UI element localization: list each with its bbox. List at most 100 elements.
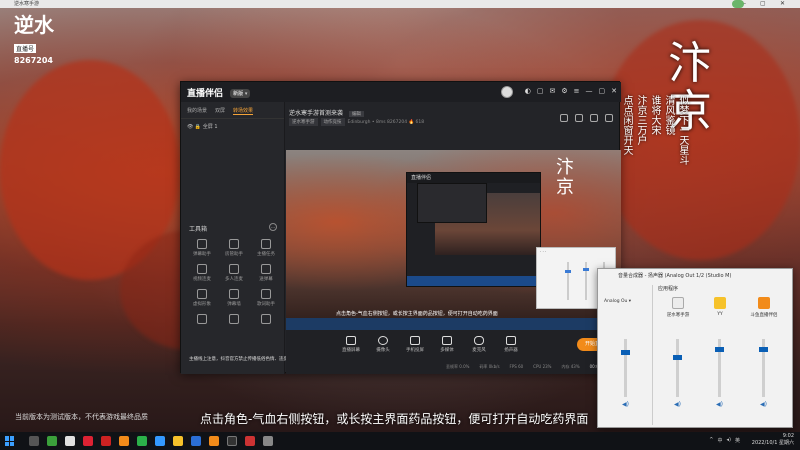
minimize-icon[interactable]: — bbox=[586, 87, 593, 95]
room-actions bbox=[560, 114, 613, 122]
tool-item[interactable]: 虚拟形象 bbox=[187, 289, 217, 307]
tab-my-scenes[interactable]: 我的场景 bbox=[187, 107, 207, 115]
poem-line: 似梦下一天星斗 bbox=[677, 95, 688, 165]
device-select[interactable]: Analog Ou ▾ bbox=[604, 299, 631, 304]
mini-fader[interactable] bbox=[583, 262, 589, 300]
app-icon[interactable] bbox=[245, 436, 255, 446]
fps-stat: FPS 60 bbox=[509, 364, 524, 369]
camera-button[interactable]: 摄像头 bbox=[372, 336, 394, 353]
skin-icon[interactable]: ◐ bbox=[525, 87, 531, 95]
app-icon[interactable] bbox=[65, 436, 75, 446]
control-bar: 直播屏幕 摄像头 手机投屏 多媒体 麦克风 扬声器 开始直播 丢帧率 0.0% … bbox=[286, 330, 621, 374]
app-icon[interactable] bbox=[191, 436, 201, 446]
tool-item[interactable] bbox=[251, 314, 281, 326]
version-badge[interactable]: 新版 ▾ bbox=[230, 89, 251, 98]
app-icon[interactable] bbox=[209, 436, 219, 446]
speaker-icon bbox=[506, 336, 516, 345]
settings-icon[interactable] bbox=[590, 114, 598, 122]
scene-item[interactable]: 👁 🔒 全屏 1 bbox=[181, 119, 284, 134]
mini-fader[interactable] bbox=[565, 262, 571, 300]
tab-dual-screen[interactable]: 双屏 bbox=[215, 107, 225, 115]
status-bar: 丢帧率 0.0% 码率 0kb/s FPS 60 CPU 23% 内存 43% … bbox=[446, 364, 608, 370]
mini-mixer-header: · · · bbox=[540, 249, 547, 254]
app-volume-slider[interactable] bbox=[715, 339, 724, 397]
app-icon[interactable] bbox=[155, 436, 165, 446]
speaker-button[interactable]: 扬声器 bbox=[500, 336, 522, 353]
volume-icon[interactable]: ◂) bbox=[727, 437, 731, 444]
device-volume-slider[interactable] bbox=[621, 339, 630, 397]
app-icon[interactable] bbox=[263, 436, 273, 446]
tool-item[interactable] bbox=[187, 314, 217, 326]
app-volume-slider[interactable] bbox=[673, 339, 682, 397]
tool-item[interactable]: 视频连麦 bbox=[187, 264, 217, 282]
preview-taskbar bbox=[286, 318, 621, 330]
maximize-icon[interactable]: ▢ bbox=[599, 87, 606, 95]
speaker-icon[interactable]: ◀) bbox=[674, 401, 681, 408]
close-icon[interactable]: ✕ bbox=[611, 87, 617, 95]
game-app-icon bbox=[672, 297, 684, 309]
close-icon[interactable]: ✕ bbox=[780, 0, 785, 8]
tool-item[interactable]: 多人连麦 bbox=[219, 264, 249, 282]
tool-item[interactable]: 歌词助手 bbox=[251, 289, 281, 307]
tool-item[interactable] bbox=[219, 314, 249, 326]
language-icon[interactable]: 英 bbox=[735, 437, 740, 444]
store-icon[interactable] bbox=[560, 114, 568, 122]
app-icon[interactable] bbox=[101, 436, 111, 446]
app-name: 逆水寒手游 bbox=[666, 313, 690, 318]
brand-name: 直播伴侣 bbox=[187, 89, 224, 99]
screen-capture-button[interactable]: 直播屏幕 bbox=[340, 336, 362, 353]
speaker-icon[interactable]: ◀) bbox=[716, 401, 723, 408]
tool-item[interactable]: 弹幕助手 bbox=[187, 239, 217, 257]
sidebar: 我的场景 双屏 转场效果 👁 🔒 全屏 1 工具箱 … 弹幕助手 房管助手 主播… bbox=[181, 102, 347, 374]
tab-transition[interactable]: 转场效果 bbox=[233, 107, 254, 115]
tray-expand-icon[interactable]: ^ bbox=[709, 437, 713, 444]
microphone-button[interactable]: 麦克风 bbox=[468, 336, 490, 353]
douyu-app-icon bbox=[758, 297, 770, 309]
window-icon[interactable]: ▢ bbox=[537, 87, 544, 95]
sidebar-tabs: 我的场景 双屏 转场效果 bbox=[181, 102, 284, 119]
tool-item[interactable]: 弹幕墙 bbox=[219, 289, 249, 307]
category-chip[interactable]: 动作竞技 bbox=[320, 118, 345, 126]
streaming-app-window: 直播伴侣 新版 ▾ ◐ ▢ ✉ ⚙ ≡ — ▢ ✕ 我的场景 双屏 转场效果 👁… bbox=[180, 81, 621, 374]
more-tools-icon[interactable]: … bbox=[269, 223, 277, 231]
app-icon[interactable] bbox=[83, 436, 93, 446]
app-icon[interactable] bbox=[47, 436, 57, 446]
edit-room-button[interactable]: 编辑 bbox=[348, 111, 364, 117]
media-icon bbox=[442, 336, 452, 345]
stream-logo: 逆水 直播号 8267204 bbox=[14, 14, 56, 65]
room-tags: 逆水寒手游 动作竞技 Edinburgh • 8ms 8267204 🔥 618 bbox=[289, 118, 424, 126]
media-button[interactable]: 多媒体 bbox=[436, 336, 458, 353]
microphone-icon bbox=[474, 336, 484, 345]
mail-icon[interactable]: ✉ bbox=[549, 87, 555, 95]
floating-ball-icon[interactable] bbox=[732, 0, 744, 8]
app-icon[interactable] bbox=[119, 436, 129, 446]
clock[interactable]: 9:02 2022/10/1 星期六 bbox=[752, 433, 794, 447]
app-name: YY bbox=[717, 312, 723, 317]
tool-item[interactable]: 房管助手 bbox=[219, 239, 249, 257]
phone-icon bbox=[410, 336, 420, 345]
menu-icon[interactable]: ≡ bbox=[574, 87, 580, 95]
system-tray: ^ 中 ◂) 英 bbox=[709, 437, 740, 444]
mixer-app-column: 斗鱼直播伴侣 bbox=[744, 297, 784, 318]
app-volume-slider[interactable] bbox=[759, 339, 768, 397]
maximize-icon[interactable]: ▢ bbox=[760, 0, 766, 8]
windows-start-icon[interactable] bbox=[5, 436, 15, 446]
gift-box-icon[interactable] bbox=[575, 114, 583, 122]
phone-cast-button[interactable]: 手机投屏 bbox=[404, 336, 426, 353]
tool-item[interactable]: 主播任务 bbox=[251, 239, 281, 257]
speaker-icon[interactable]: ◀) bbox=[622, 401, 629, 408]
nested-taskbar bbox=[407, 276, 542, 286]
speaker-icon[interactable]: ◀) bbox=[760, 401, 767, 408]
ime-icon[interactable]: 中 bbox=[718, 437, 723, 444]
wechat-icon[interactable] bbox=[137, 436, 147, 446]
tool-item[interactable]: 送弹幕 bbox=[251, 264, 281, 282]
settings-icon[interactable]: ⚙ bbox=[561, 87, 567, 95]
share-icon[interactable] bbox=[605, 114, 613, 122]
app-name: 斗鱼直播伴侣 bbox=[750, 313, 778, 318]
category-chip[interactable]: 逆水寒手游 bbox=[289, 118, 318, 126]
app-icon[interactable] bbox=[227, 436, 237, 446]
task-view-icon[interactable] bbox=[29, 436, 39, 446]
avatar[interactable] bbox=[501, 86, 513, 98]
logo-tag: 直播号 bbox=[14, 44, 37, 53]
folder-icon[interactable] bbox=[173, 436, 183, 446]
